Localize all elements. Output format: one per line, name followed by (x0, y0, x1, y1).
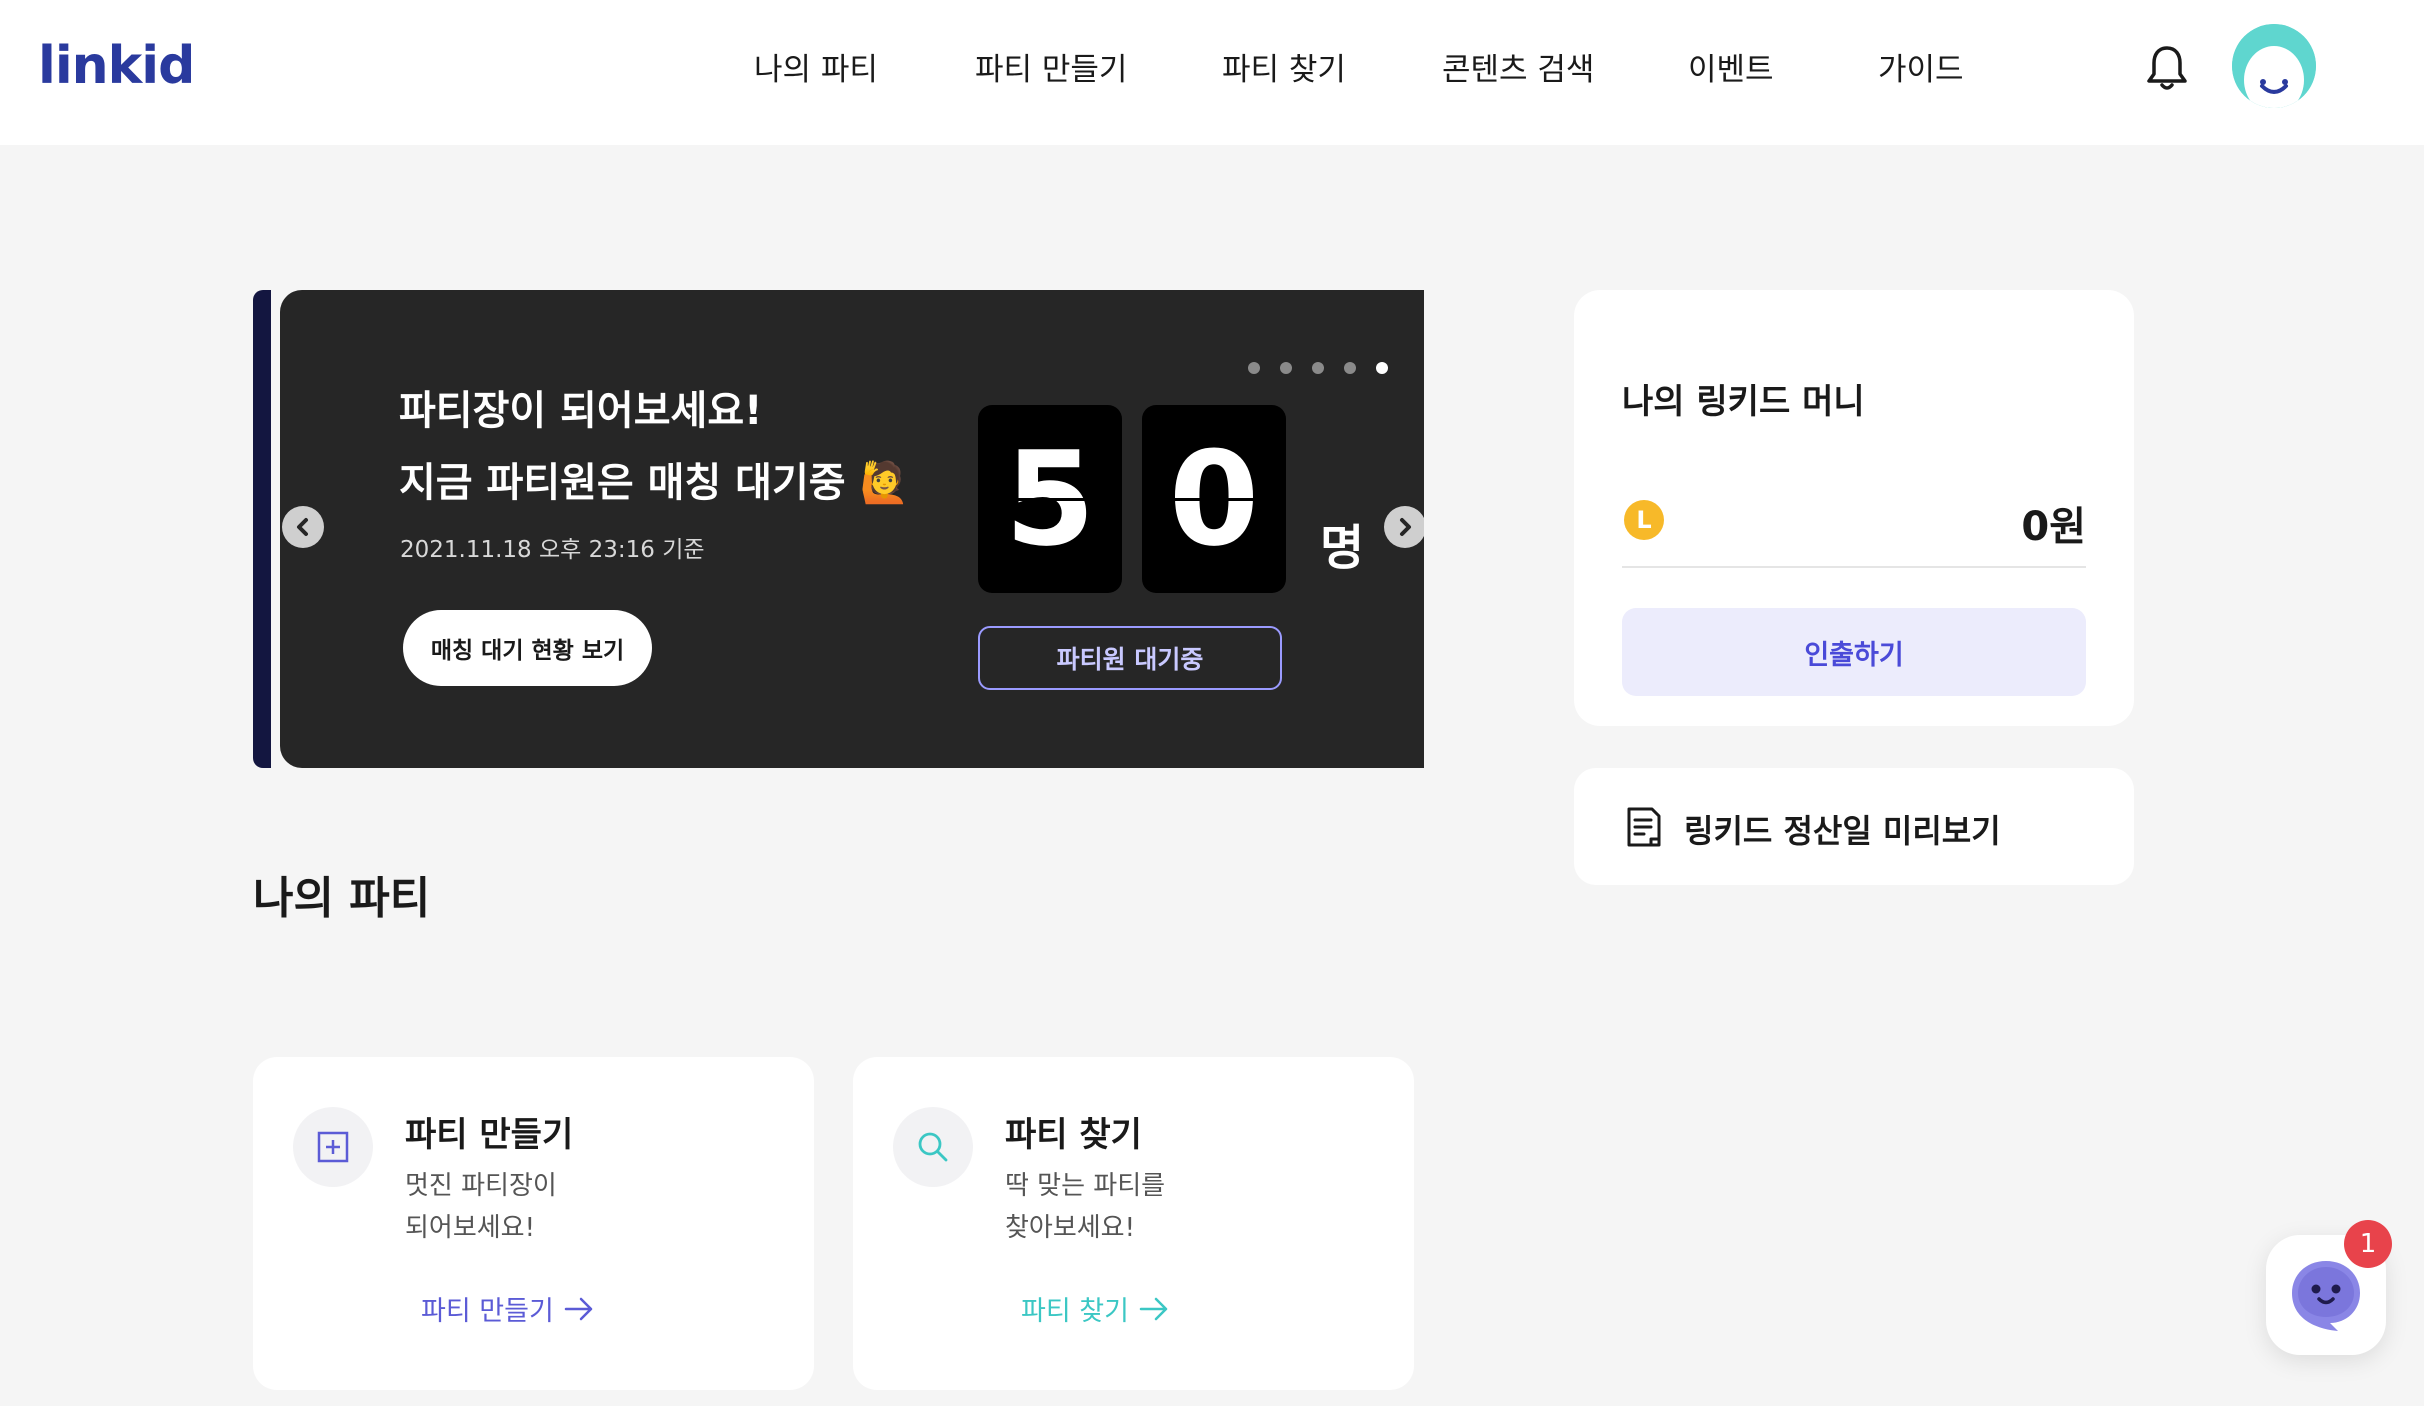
find-party-card[interactable]: 파티 찾기 딱 맞는 파티를 찾아보세요! 파티 찾기 (853, 1057, 1414, 1390)
matching-status-button[interactable]: 매칭 대기 현황 보기 (403, 610, 652, 686)
count-digit-tens: 5 (978, 405, 1122, 593)
linkid-money-card: 나의 링키드 머니 L 0원 인출하기 (1574, 290, 2134, 726)
carousel-dot[interactable] (1344, 362, 1356, 374)
create-party-card[interactable]: 파티 만들기 멋진 파티장이 되어보세요! 파티 만들기 (253, 1057, 814, 1390)
carousel-prev-button[interactable] (282, 506, 324, 548)
create-party-desc-line1: 멋진 파티장이 (405, 1171, 557, 1201)
create-party-link[interactable]: 파티 만들기 (421, 1289, 594, 1328)
nav-my-party[interactable]: 나의 파티 (754, 44, 878, 89)
previous-slide-peek (253, 290, 271, 768)
bell-icon[interactable] (2145, 44, 2189, 92)
settlement-preview-card[interactable]: 링키드 정산일 미리보기 (1574, 768, 2134, 885)
create-party-description: 멋진 파티장이 되어보세요! (405, 1165, 705, 1249)
arrow-right-icon (1139, 1297, 1168, 1320)
hero-title-line2: 지금 파티원은 매칭 대기중 🙋 (399, 460, 910, 506)
money-balance: 0원 (2021, 504, 2086, 550)
avatar[interactable] (2232, 24, 2316, 108)
settlement-preview-label: 링키드 정산일 미리보기 (1684, 812, 2001, 850)
hero-banner: 파티장이 되어보세요! 지금 파티원은 매칭 대기중 🙋 2021.11.18 … (280, 290, 1424, 768)
divider (1622, 566, 2086, 568)
chevron-right-icon (1400, 518, 1411, 536)
nav-find-party[interactable]: 파티 찾기 (1222, 44, 1346, 89)
create-party-link-label: 파티 만들기 (421, 1296, 554, 1327)
create-party-title: 파티 만들기 (405, 1115, 574, 1155)
hero-title-line1: 파티장이 되어보세요! (399, 388, 763, 434)
count-unit: 명 (1320, 520, 1365, 576)
money-title: 나의 링키드 머니 (1622, 382, 1865, 422)
coin-icon: L (1624, 500, 1664, 540)
carousel-next-button[interactable] (1384, 506, 1424, 548)
party-member-waiting-badge[interactable]: 파티원 대기중 (978, 626, 1282, 690)
chat-bot-icon (2292, 1261, 2360, 1331)
find-party-desc-line1: 딱 맞는 파티를 (1005, 1171, 1166, 1201)
linkid-logo[interactable]: linkid (38, 36, 195, 96)
nav-content-search[interactable]: 콘텐츠 검색 (1442, 44, 1594, 89)
search-icon (893, 1107, 973, 1187)
find-party-link[interactable]: 파티 찾기 (1021, 1289, 1169, 1328)
nav-event[interactable]: 이벤트 (1688, 44, 1774, 89)
top-header: linkid 나의 파티 파티 만들기 파티 찾기 콘텐츠 검색 이벤트 가이드 (0, 0, 2424, 145)
carousel-dot[interactable] (1248, 362, 1260, 374)
carousel-dot-active[interactable] (1376, 362, 1388, 374)
chevron-left-icon (297, 518, 308, 536)
my-party-heading: 나의 파티 (253, 873, 431, 924)
withdraw-button[interactable]: 인출하기 (1622, 608, 2086, 696)
hero-timestamp: 2021.11.18 오후 23:16 기준 (400, 537, 705, 563)
carousel-indicators (1248, 362, 1388, 374)
find-party-title: 파티 찾기 (1005, 1115, 1142, 1155)
find-party-link-label: 파티 찾기 (1021, 1296, 1129, 1327)
carousel-dot[interactable] (1312, 362, 1324, 374)
nav-guide[interactable]: 가이드 (1878, 44, 1964, 89)
find-party-desc-line2: 찾아보세요! (1005, 1213, 1136, 1243)
arrow-right-icon (564, 1297, 593, 1320)
find-party-description: 딱 맞는 파티를 찾아보세요! (1005, 1165, 1305, 1249)
plus-square-icon (293, 1107, 373, 1187)
carousel-dot[interactable] (1280, 362, 1292, 374)
nav-create-party[interactable]: 파티 만들기 (975, 44, 1127, 89)
count-digit-ones: 0 (1142, 405, 1286, 593)
document-icon (1624, 806, 1664, 852)
chat-notification-badge: 1 (2344, 1220, 2392, 1268)
create-party-desc-line2: 되어보세요! (405, 1213, 536, 1243)
